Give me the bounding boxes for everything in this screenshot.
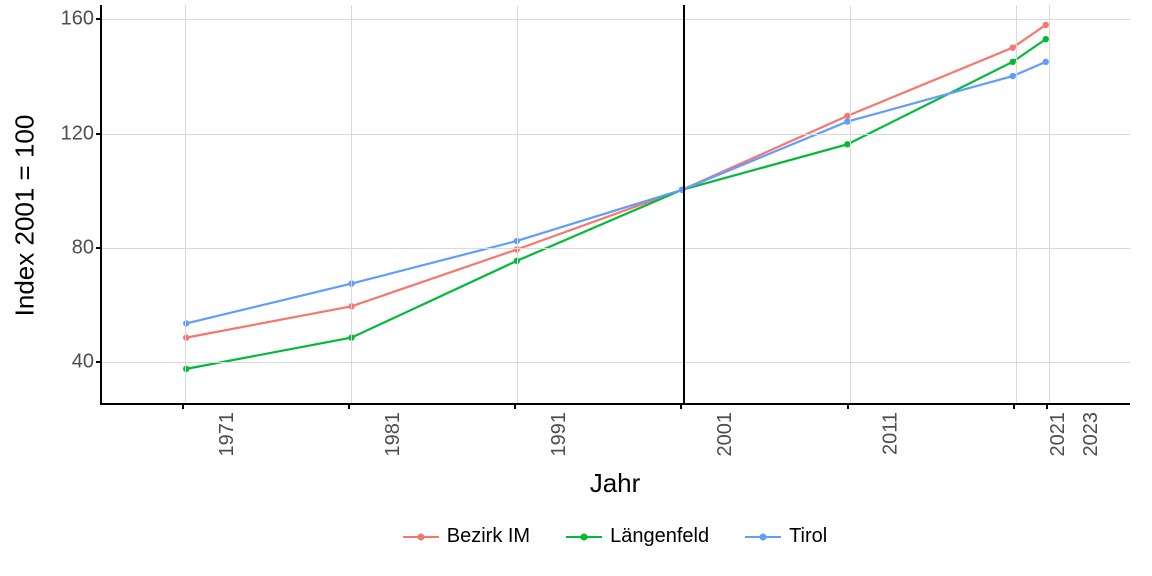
x-tick-label: 2021 (1047, 412, 1070, 457)
y-tick-mark (96, 247, 100, 249)
gridline-horizontal (102, 248, 1130, 249)
chart-lines-layer (102, 5, 1130, 403)
x-tick-label: 1971 (216, 412, 239, 457)
x-tick-mark (514, 405, 516, 409)
x-tick-mark (1046, 405, 1048, 409)
series-line (186, 62, 1046, 324)
y-tick-mark (96, 18, 100, 20)
gridline-horizontal (102, 19, 1130, 20)
gridline-vertical (1016, 5, 1017, 403)
gridline-vertical (351, 5, 352, 403)
gridline-vertical (517, 5, 518, 403)
series-line (186, 25, 1046, 338)
line-chart: Index 2001 = 100 Jahr Bezirk IMLängenfel… (0, 0, 1152, 576)
plot-area (100, 5, 1130, 405)
x-tick-mark (847, 405, 849, 409)
x-tick-label: 2001 (714, 412, 737, 457)
x-tick-label: 2011 (879, 412, 902, 455)
legend-item: Bezirk IM (403, 525, 530, 548)
y-tick-label: 160 (34, 8, 94, 31)
y-tick-label: 80 (34, 236, 94, 259)
series-line (186, 39, 1046, 369)
x-tick-label: 2023 (1080, 412, 1103, 457)
y-tick-label: 120 (34, 122, 94, 145)
legend-swatch (566, 528, 602, 546)
series-point (183, 366, 189, 372)
gridline-vertical (850, 5, 851, 403)
x-tick-mark (182, 405, 184, 409)
gridline-horizontal (102, 362, 1130, 363)
x-tick-label: 1991 (548, 412, 571, 457)
legend-label: Tirol (789, 525, 827, 548)
series-point (183, 334, 189, 340)
x-tick-label: 1981 (382, 412, 405, 457)
y-tick-label: 40 (34, 351, 94, 374)
x-tick-mark (680, 405, 682, 409)
reference-line (683, 5, 685, 403)
legend-item: Tirol (745, 525, 827, 548)
gridline-vertical (185, 5, 186, 403)
x-axis-title: Jahr (100, 468, 1130, 499)
legend-swatch (403, 528, 439, 546)
legend: Bezirk IM Längenfeld Tirol (100, 525, 1130, 548)
y-tick-mark (96, 133, 100, 135)
x-tick-mark (1013, 405, 1015, 409)
legend-label: Bezirk IM (447, 525, 530, 548)
series-point (183, 320, 189, 326)
legend-item: Längenfeld (566, 525, 709, 548)
legend-label: Längenfeld (610, 525, 709, 548)
y-tick-mark (96, 361, 100, 363)
gridline-vertical (1049, 5, 1050, 403)
x-tick-mark (348, 405, 350, 409)
legend-swatch (745, 528, 781, 546)
gridline-horizontal (102, 134, 1130, 135)
